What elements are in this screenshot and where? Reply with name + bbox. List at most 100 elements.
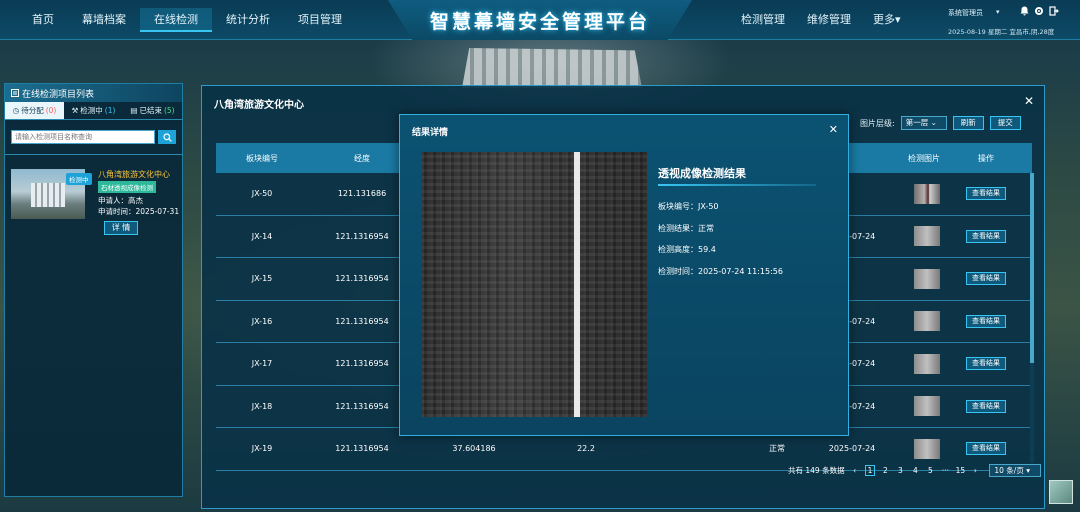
panel-id-cell: JX-19 — [251, 444, 273, 454]
platform-title: 智慧幕墙安全管理平台 — [429, 10, 650, 33]
close-icon[interactable]: ✕ — [1024, 94, 1034, 108]
close-icon[interactable]: ✕ — [829, 123, 838, 136]
nav-item-more[interactable]: 更多▾ — [862, 8, 912, 32]
view-result-button[interactable]: 查看结果 — [966, 229, 1006, 243]
nav-item-online-detection[interactable]: 在线检测 — [140, 8, 212, 32]
tab-label: 待分配 — [21, 106, 44, 115]
page-button[interactable]: 1 — [864, 465, 876, 476]
field-height: 检测高度：59.4 — [658, 245, 716, 254]
panel-id-cell: JX-16 — [251, 316, 273, 326]
gear-icon[interactable] — [1034, 6, 1044, 16]
project-search-bar — [11, 130, 176, 144]
page-button[interactable]: 2 — [880, 466, 890, 475]
image-cell — [900, 216, 940, 258]
project-title: 八角湾旅游文化中心 — [98, 170, 170, 179]
tab-label: 已结束 — [139, 106, 162, 115]
top-icon-group — [1020, 6, 1059, 16]
nav-item-repair-management[interactable]: 维修管理 — [796, 8, 862, 32]
divider — [5, 154, 182, 155]
search-button[interactable] — [158, 130, 176, 144]
nav-item-curtain-archive[interactable]: 幕墙档案 — [68, 8, 140, 32]
image-cell — [900, 386, 940, 428]
action-cell: 查看结果 — [940, 173, 1032, 215]
tools-icon: ⚒ — [71, 106, 79, 115]
view-result-button[interactable]: 查看结果 — [966, 272, 1006, 286]
detection-image-thumb[interactable] — [914, 268, 940, 289]
panel-id-cell: JX-14 — [251, 231, 273, 241]
view-result-button[interactable]: 查看结果 — [966, 187, 1006, 201]
user-menu-caret[interactable]: ▾ — [996, 8, 1000, 16]
detection-image-thumb[interactable] — [914, 226, 940, 247]
project-applicant: 申请人：高杰 — [98, 196, 143, 205]
view-result-button[interactable]: 查看结果 — [966, 357, 1006, 371]
view-result-button[interactable]: 查看结果 — [966, 442, 1006, 456]
bell-icon[interactable] — [1020, 6, 1029, 16]
refresh-button[interactable]: 刷新 — [952, 116, 984, 130]
tab-finished[interactable]: ▤ 已结束 (5) — [123, 102, 182, 119]
panel-id-cell: JX-15 — [251, 274, 273, 284]
column-header: 检测图片 — [908, 153, 940, 163]
next-page-button[interactable]: › — [970, 466, 980, 475]
image-level-select[interactable]: 第一层 ⌄ — [900, 116, 947, 130]
project-list-panel: 在线检测项目列表 ◷ 待分配 (0) ⚒ 检测中 (1) ▤ 已结束 (5) 检… — [4, 83, 183, 497]
detection-image-thumb[interactable] — [914, 396, 940, 417]
tab-pending-assign[interactable]: ◷ 待分配 (0) — [5, 102, 64, 119]
image-cell — [900, 173, 940, 215]
top-navigation-bar: 首页 幕墙档案 在线检测 统计分析 项目管理 智慧幕墙安全管理平台 检测管理 维… — [0, 0, 1080, 40]
chevron-down-icon: ⌄ — [930, 118, 937, 127]
image-level-label: 图片层级: — [860, 118, 895, 128]
date-weather: 2025-08-19 星期二 宜昌市,阴,28度 — [948, 28, 1055, 36]
project-card[interactable]: 检测中 八角湾旅游文化中心 石材透视成像检测 申请人：高杰 申请时间：2025-… — [11, 169, 182, 239]
page-button[interactable]: 5 — [925, 466, 935, 475]
project-search-input[interactable] — [11, 130, 156, 144]
user-name[interactable]: 系统管理员 — [948, 8, 983, 18]
nav-item-statistics[interactable]: 统计分析 — [212, 8, 284, 32]
panel-toolbar: 图片层级: 第一层 ⌄ 刷新 提交 — [860, 116, 1021, 130]
nav-item-home[interactable]: 首页 — [18, 8, 68, 32]
tab-count: (0) — [45, 106, 57, 115]
page-button[interactable]: 15 — [955, 466, 966, 475]
view-result-button[interactable]: 查看结果 — [966, 399, 1006, 413]
prev-page-button[interactable]: ‹ — [850, 466, 860, 475]
total-count: 共有 149 条数据 — [788, 466, 845, 475]
scrollbar-thumb[interactable] — [1030, 173, 1034, 363]
modal-title: 结果详情 — [412, 128, 449, 138]
submit-button[interactable]: 提交 — [989, 116, 1021, 130]
page-size-select[interactable]: 10 条/页 ▾ — [989, 464, 1042, 477]
tab-label: 检测中 — [80, 106, 103, 115]
clock-icon: ◷ — [12, 106, 20, 115]
result-heading: 透视成像检测结果 — [658, 167, 746, 180]
view-result-button[interactable]: 查看结果 — [966, 314, 1006, 328]
detection-image-thumb[interactable] — [914, 183, 940, 204]
platform-title-banner: 智慧幕墙安全管理平台 — [388, 0, 692, 40]
project-detail-button[interactable]: 详 情 — [104, 221, 138, 235]
nav-item-project-management[interactable]: 项目管理 — [284, 8, 356, 32]
detection-image-thumb[interactable] — [914, 311, 940, 332]
page-button[interactable]: 3 — [895, 466, 905, 475]
detection-image-thumb[interactable] — [914, 353, 940, 374]
panel-id-cell: JX-17 — [251, 359, 273, 369]
page-button[interactable]: 4 — [910, 466, 920, 475]
table-scrollbar[interactable] — [1030, 173, 1034, 463]
panel-title: 八角湾旅游文化中心 — [214, 100, 304, 111]
nav-left-group: 首页 幕墙档案 在线检测 统计分析 项目管理 — [18, 0, 356, 40]
page-ellipsis[interactable]: ··· — [940, 466, 950, 475]
floating-thumbnail-button[interactable] — [1049, 480, 1073, 504]
project-list-header: 在线检测项目列表 — [5, 84, 182, 102]
pagination: 共有 149 条数据 ‹ 1 2 3 4 5 ··· 15 › 10 条/页 ▾ — [788, 464, 1042, 477]
xray-image — [422, 152, 647, 417]
image-level-value: 第一层 — [905, 118, 929, 127]
result-detail-modal: 结果详情 ✕ 透视成像检测结果 板块编号：JX-50 检测结果：正常 检测高度：… — [399, 114, 849, 436]
detection-image-thumb[interactable] — [914, 438, 940, 459]
action-cell: 查看结果 — [940, 386, 1032, 428]
column-header: 操作 — [978, 153, 994, 163]
field-panel-id: 板块编号：JX-50 — [658, 202, 719, 211]
background-building — [462, 48, 642, 88]
column-header: 板块编号 — [246, 153, 278, 163]
action-cell: 查看结果 — [940, 343, 1032, 385]
tab-in-detection[interactable]: ⚒ 检测中 (1) — [64, 102, 123, 119]
nav-item-detection-management[interactable]: 检测管理 — [730, 8, 796, 32]
logout-icon[interactable] — [1049, 6, 1059, 16]
list-icon — [11, 89, 19, 97]
document-icon: ▤ — [130, 106, 138, 115]
